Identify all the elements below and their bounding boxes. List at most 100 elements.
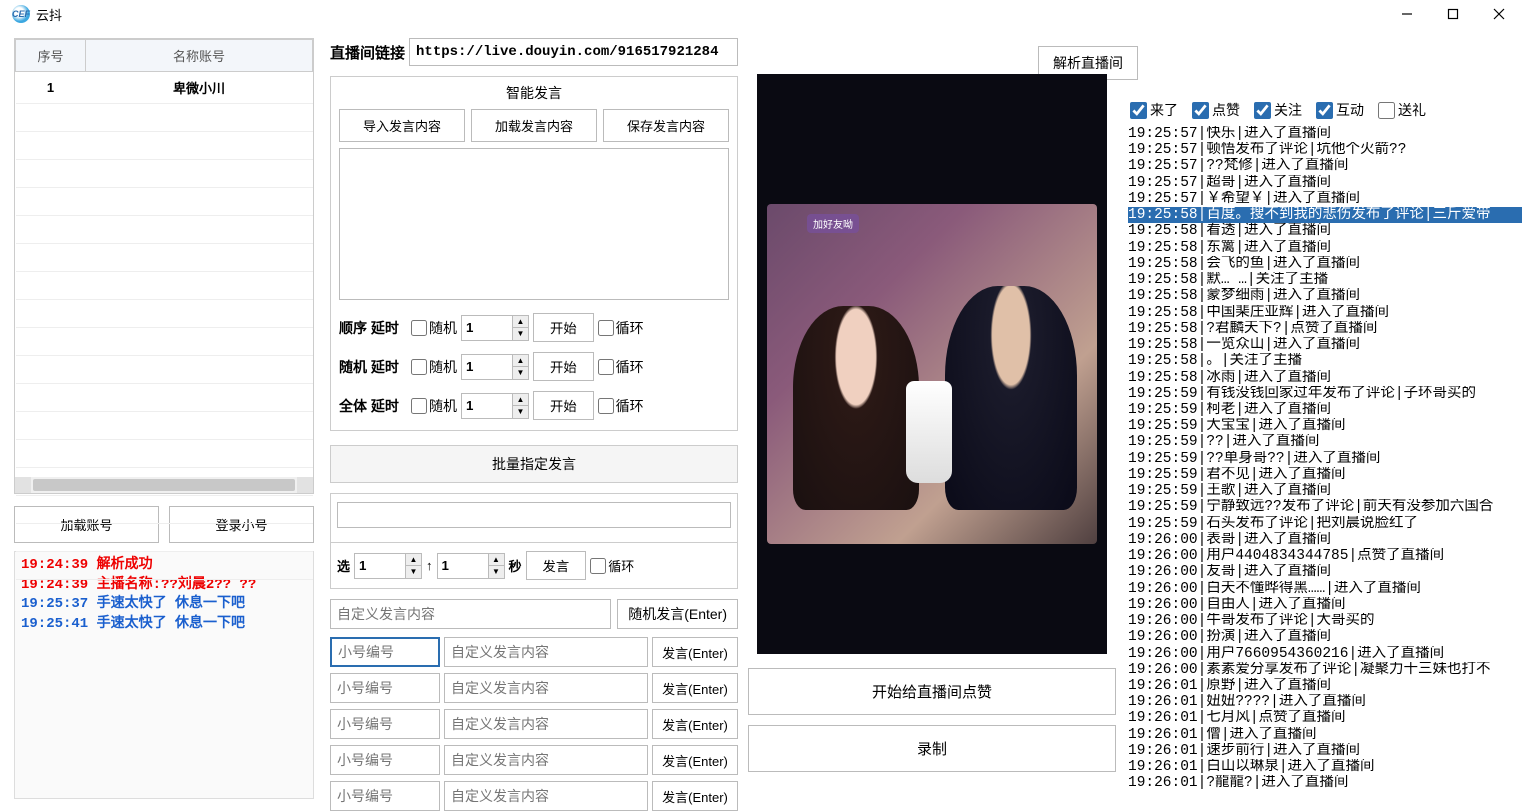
filter-option[interactable]: 送礼 — [1378, 100, 1426, 120]
feed-row[interactable]: 19:25:57|快乐|进入了直播间 — [1128, 126, 1522, 142]
load-content-button[interactable]: 加载发言内容 — [471, 109, 597, 142]
feed-row[interactable]: 19:26:01|妞妞????|进入了直播间 — [1128, 694, 1522, 710]
sub-content-input[interactable] — [444, 745, 648, 775]
feed-row[interactable]: 19:25:58|蒙梦细雨|进入了直播间 — [1128, 288, 1522, 304]
filter-checkbox[interactable] — [1254, 102, 1271, 119]
feed-row[interactable]: 19:26:01|僧|进入了直播间 — [1128, 727, 1522, 743]
feed-row[interactable]: 19:25:59|王歌|进入了直播间 — [1128, 483, 1522, 499]
feed-row[interactable]: 19:26:01|?龍龍?|进入了直播间 — [1128, 775, 1522, 791]
feed-row[interactable]: 19:25:58|。|关注了主播 — [1128, 353, 1522, 369]
filter-option[interactable]: 关注 — [1254, 100, 1302, 120]
filter-checkbox[interactable] — [1192, 102, 1209, 119]
url-input[interactable] — [409, 38, 738, 66]
feed-row[interactable]: 19:25:58|冰雨|进入了直播间 — [1128, 370, 1522, 386]
feed-row[interactable]: 19:26:00|用户4404834344785|点赞了直播间 — [1128, 548, 1522, 564]
filter-option[interactable]: 点赞 — [1192, 100, 1240, 120]
start-button[interactable]: 开始 — [533, 391, 594, 420]
feed-row[interactable]: 19:26:01|七月风|点赞了直播间 — [1128, 710, 1522, 726]
feed-row[interactable]: 19:25:58|百度。搜不到我的悲伤发布了评论|三斤爱带 — [1128, 207, 1522, 223]
feed-row[interactable]: 19:25:59|??单身哥??|进入了直播间 — [1128, 451, 1522, 467]
random-checkbox[interactable] — [411, 398, 427, 414]
spin-up-icon[interactable]: ▲ — [488, 554, 504, 566]
feed-row[interactable]: 19:25:57|超哥|进入了直播间 — [1128, 175, 1522, 191]
feed-row[interactable]: 19:25:58|东篱|进入了直播间 — [1128, 240, 1522, 256]
feed-row[interactable]: 19:25:59|宁静致远??发布了评论|前天有没参加六国合 — [1128, 499, 1522, 515]
feed-row[interactable]: 19:25:58|会飞的鱼|进入了直播间 — [1128, 256, 1522, 272]
close-button[interactable] — [1476, 0, 1522, 28]
feed-row[interactable]: 19:25:59|??|进入了直播间 — [1128, 434, 1522, 450]
delay-value-input[interactable] — [462, 355, 512, 379]
loop-checkbox-sel[interactable] — [590, 558, 606, 574]
sub-content-input[interactable] — [444, 781, 648, 811]
loop-checkbox[interactable] — [598, 359, 614, 375]
select-spin-1[interactable] — [355, 554, 405, 578]
start-button[interactable]: 开始 — [533, 313, 594, 342]
sub-number-input[interactable] — [330, 781, 440, 811]
feed-row[interactable]: 19:26:00|表哥|进入了直播间 — [1128, 532, 1522, 548]
feed-row[interactable]: 19:26:00|牛哥发布了评论|大哥买的 — [1128, 613, 1522, 629]
select-spin-2[interactable] — [438, 554, 488, 578]
feed-row[interactable]: 19:25:58|默… …|关注了主播 — [1128, 272, 1522, 288]
horizontal-scrollbar[interactable] — [15, 477, 313, 493]
spin-up-icon[interactable]: ▲ — [512, 355, 528, 367]
random-checkbox[interactable] — [411, 359, 427, 375]
sub-number-input[interactable] — [330, 709, 440, 739]
spin-down-icon[interactable]: ▼ — [512, 406, 528, 418]
sub-number-input[interactable] — [330, 745, 440, 775]
record-button[interactable]: 录制 — [748, 725, 1116, 772]
filter-option[interactable]: 互动 — [1316, 100, 1364, 120]
import-content-button[interactable]: 导入发言内容 — [339, 109, 465, 142]
feed-row[interactable]: 19:26:01|白山以琳泉|进入了直播间 — [1128, 759, 1522, 775]
speak-button[interactable]: 发言 — [526, 551, 587, 580]
feed-row[interactable]: 19:25:59|大宝宝|进入了直播间 — [1128, 418, 1522, 434]
batch-speak-button[interactable]: 批量指定发言 — [330, 445, 738, 483]
maximize-button[interactable] — [1430, 0, 1476, 28]
feed-row[interactable]: 19:25:57|￥希望￥|进入了直播间 — [1128, 191, 1522, 207]
feed-row[interactable]: 19:25:58|中国棐庄亚辉|进入了直播间 — [1128, 305, 1522, 321]
sub-speak-button[interactable]: 发言(Enter) — [652, 709, 738, 739]
feed-row[interactable]: 19:25:59|石头发布了评论|把刘晨说脸红了 — [1128, 516, 1522, 532]
feed-row[interactable]: 19:25:57|顿悟发布了评论|坑他个火箭?? — [1128, 142, 1522, 158]
sub-number-input[interactable] — [330, 637, 440, 667]
select-empty-input[interactable] — [337, 502, 731, 528]
spin-down-icon[interactable]: ▼ — [512, 328, 528, 340]
random-speak-button[interactable]: 随机发言(Enter) — [617, 599, 738, 629]
sub-speak-button[interactable]: 发言(Enter) — [652, 745, 738, 775]
filter-checkbox[interactable] — [1130, 102, 1147, 119]
spin-up-icon[interactable]: ▲ — [512, 394, 528, 406]
sub-speak-button[interactable]: 发言(Enter) — [652, 673, 738, 703]
loop-checkbox[interactable] — [598, 398, 614, 414]
minimize-button[interactable] — [1384, 0, 1430, 28]
sub-content-input[interactable] — [444, 709, 648, 739]
start-button[interactable]: 开始 — [533, 352, 594, 381]
feed-row[interactable]: 19:25:59|君不见|进入了直播间 — [1128, 467, 1522, 483]
feed-row[interactable]: 19:26:00|友哥|进入了直播间 — [1128, 564, 1522, 580]
event-feed[interactable]: 19:25:57|快乐|进入了直播间19:25:57|顿悟发布了评论|坑他个火箭… — [1128, 126, 1522, 809]
feed-row[interactable]: 19:25:58|看透|进入了直播间 — [1128, 223, 1522, 239]
feed-row[interactable]: 19:25:58|?君麟天下?|点赞了直播间 — [1128, 321, 1522, 337]
feed-row[interactable]: 19:26:00|用户7660954360216|进入了直播间 — [1128, 646, 1522, 662]
content-textarea[interactable] — [339, 148, 729, 300]
filter-checkbox[interactable] — [1378, 102, 1395, 119]
sub-speak-button[interactable]: 发言(Enter) — [652, 637, 738, 667]
feed-row[interactable]: 19:26:00|素素爱分享发布了评论|凝聚力十三妹也打不 — [1128, 662, 1522, 678]
feed-row[interactable]: 19:26:01|原野|进入了直播间 — [1128, 678, 1522, 694]
sub-number-input[interactable] — [330, 673, 440, 703]
delay-value-input[interactable] — [462, 316, 512, 340]
sub-speak-button[interactable]: 发言(Enter) — [652, 781, 738, 811]
filter-option[interactable]: 来了 — [1130, 100, 1178, 120]
filter-checkbox[interactable] — [1316, 102, 1333, 119]
spin-down-icon[interactable]: ▼ — [405, 566, 421, 578]
delay-value-input[interactable] — [462, 394, 512, 418]
custom-content-input[interactable] — [330, 599, 611, 629]
loop-checkbox[interactable] — [598, 320, 614, 336]
feed-row[interactable]: 19:26:00|白天不懂晔得黑……|进入了直播间 — [1128, 581, 1522, 597]
spin-up-icon[interactable]: ▲ — [512, 316, 528, 328]
feed-row[interactable]: 19:26:00|自由人|进入了直播间 — [1128, 597, 1522, 613]
feed-row[interactable]: 19:26:00|扮演|进入了直播间 — [1128, 629, 1522, 645]
feed-row[interactable]: 19:25:57|??梵修|进入了直播间 — [1128, 158, 1522, 174]
sub-content-input[interactable] — [444, 637, 648, 667]
feed-row[interactable]: 19:26:01|速步前行|进入了直播间 — [1128, 743, 1522, 759]
sub-content-input[interactable] — [444, 673, 648, 703]
spin-up-icon[interactable]: ▲ — [405, 554, 421, 566]
